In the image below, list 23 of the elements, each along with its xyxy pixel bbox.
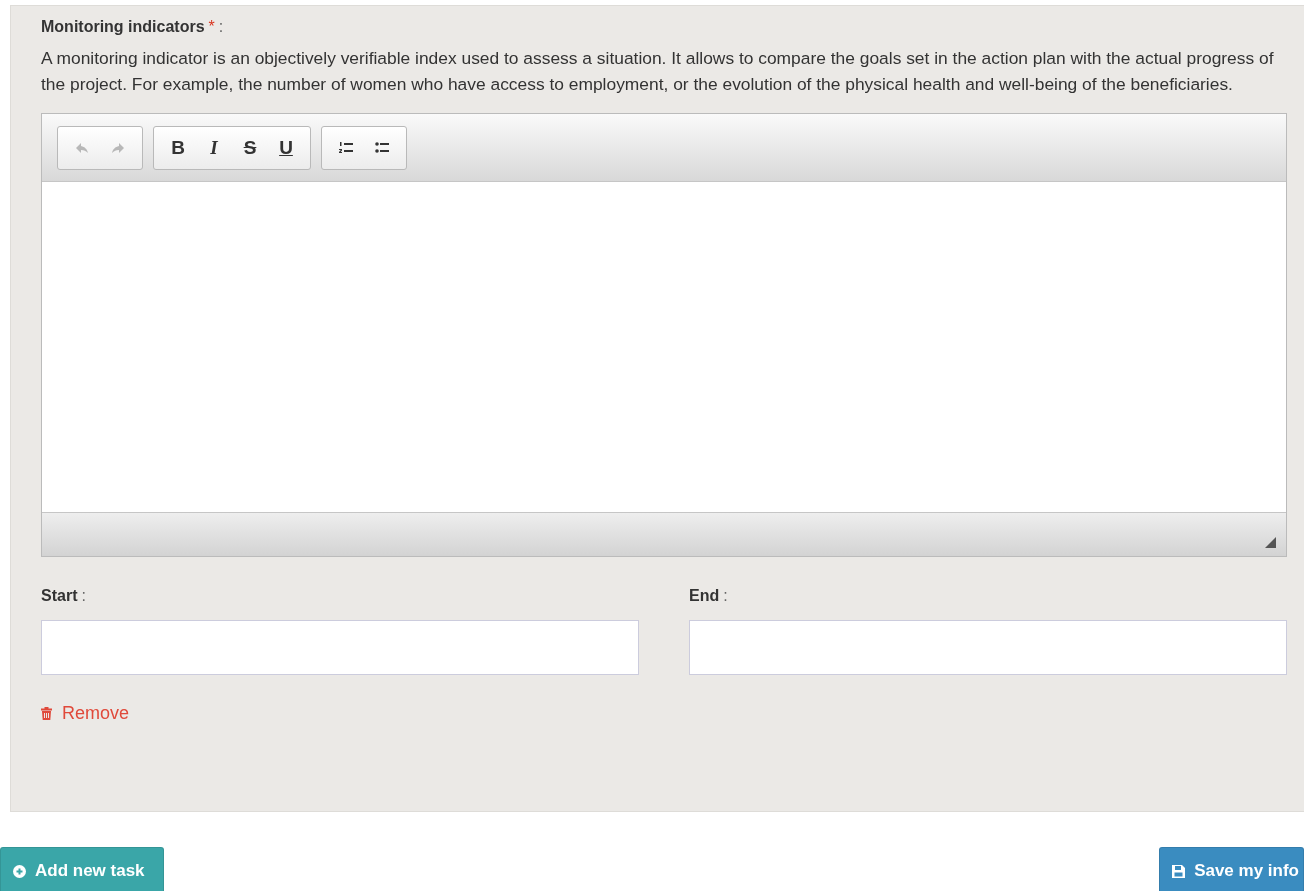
label-colon: :: [218, 18, 224, 36]
redo-icon: [111, 141, 125, 154]
label-colon: :: [81, 587, 86, 605]
date-field[interactable]: [41, 620, 639, 675]
date-label: End: [689, 587, 720, 605]
plus-circle-icon: [13, 864, 26, 878]
bullet-list-icon: [375, 140, 389, 155]
undo-icon: [75, 141, 89, 154]
field-label: Monitoring indicators: [41, 18, 205, 36]
save-icon: [1172, 864, 1186, 878]
trash-icon: [41, 707, 52, 720]
help-text: A monitoring indicator is an objectively verifiable index used to assess a situation. It allows to compare the goals set in the action plan with the actual progress of the project. For example, the number of women who have access to employment, or the evolution of the physical health and well-being of the beneficiaries.: [41, 47, 1275, 96]
bold-button[interactable]: B: [160, 127, 196, 168]
save-button[interactable]: Save my info: [1159, 847, 1304, 891]
strike-button[interactable]: S: [232, 127, 268, 168]
numbered-list-icon: [339, 140, 353, 155]
underline-button[interactable]: U: [268, 127, 304, 168]
resize-handle-icon[interactable]: [1265, 537, 1276, 548]
label-colon: :: [723, 587, 728, 605]
date-field[interactable]: [689, 620, 1287, 675]
italic-button[interactable]: I: [196, 127, 232, 168]
date-label: Start: [41, 587, 78, 605]
required-mark: *: [208, 18, 215, 36]
